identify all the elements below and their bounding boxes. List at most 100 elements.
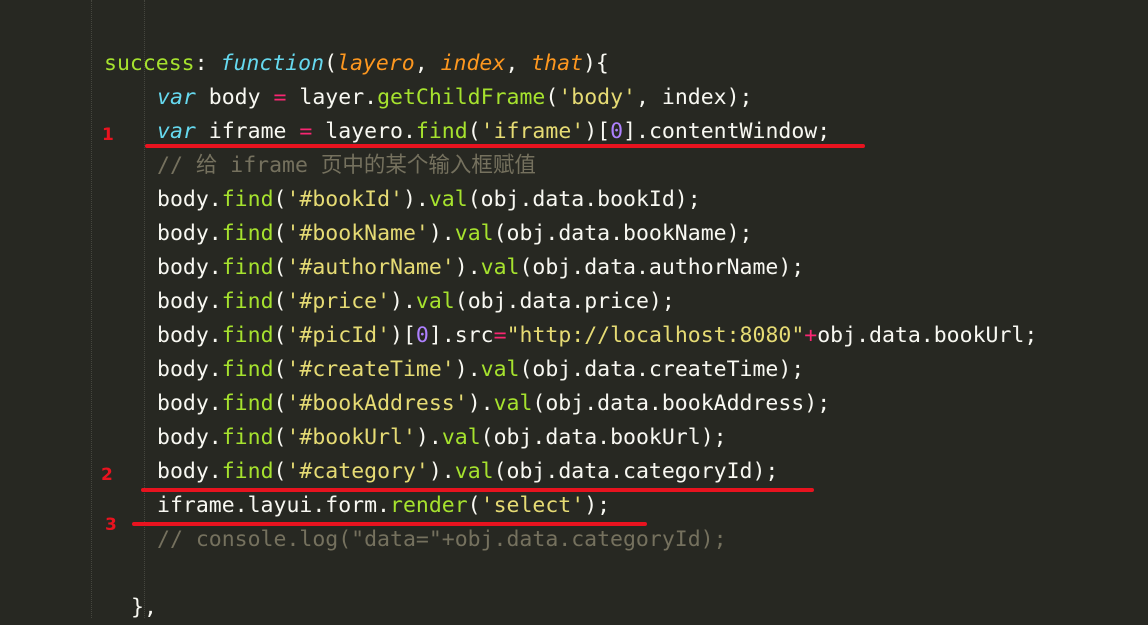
code-token: ){ (582, 51, 609, 76)
code-line[interactable]: // console.log("data="+obj.data.category… (157, 523, 727, 557)
code-token: find (221, 187, 274, 212)
code-token: iframe.layui.form. (157, 493, 390, 518)
code-token: body. (157, 221, 222, 246)
code-token: '#createTime' (286, 357, 455, 382)
code-token: 0 (415, 323, 429, 348)
code-token: layero (337, 51, 415, 76)
code-token: find (221, 459, 274, 484)
code-token: ( (273, 323, 287, 348)
code-line[interactable]: body.find('#picId')[0].src="http://local… (157, 319, 1037, 353)
code-token: ( (273, 221, 287, 246)
code-line[interactable]: // 给 iframe 页中的某个输入框赋值 (157, 149, 536, 183)
code-token: 'iframe' (480, 119, 585, 144)
code-token: ). (415, 425, 442, 450)
code-line[interactable]: success: function(layero, index, that){ (104, 47, 609, 81)
code-token: (obj.data.bookAddress); (532, 391, 831, 416)
code-token: var (157, 119, 196, 144)
code-token: ( (273, 289, 287, 314)
code-line[interactable]: body.find('#authorName').val(obj.data.au… (157, 251, 804, 285)
code-token: (obj.data.bookId); (467, 187, 701, 212)
code-token: find (221, 221, 274, 246)
annotation-number: 1 (102, 125, 114, 145)
code-token: body. (157, 323, 222, 348)
code-token: body. (157, 459, 222, 484)
code-token: ( (273, 357, 287, 382)
code-token: getChildFrame (377, 85, 546, 110)
code-token: val (480, 255, 520, 280)
code-token: // 给 iframe 页中的某个输入框赋值 (157, 153, 536, 178)
code-token: '#price' (286, 289, 391, 314)
code-token: = (273, 85, 287, 110)
code-token: ). (428, 221, 455, 246)
code-token: "http://localhost:8080" (506, 323, 805, 348)
code-token: ). (428, 459, 455, 484)
code-token: find (221, 425, 274, 450)
code-token: = (299, 119, 313, 144)
code-token: ( (324, 51, 338, 76)
code-token: // console.log("data="+obj.data.category… (157, 527, 727, 552)
red-underline-annotation (145, 144, 865, 148)
code-token: body. (157, 425, 222, 450)
code-token: = (493, 323, 507, 348)
code-line[interactable]: body.find('#createTime').val(obj.data.cr… (157, 353, 804, 387)
code-line[interactable]: var body = layer.getChildFrame('body', i… (157, 81, 752, 115)
code-token: find (221, 357, 274, 382)
code-token: ( (467, 493, 481, 518)
code-token: '#bookName' (286, 221, 429, 246)
code-token: ); (584, 493, 611, 518)
code-token: obj.data.bookUrl; (817, 323, 1038, 348)
code-token: '#category' (286, 459, 429, 484)
code-token: body. (157, 255, 222, 280)
code-token: ].src (428, 323, 494, 348)
code-token: 0 (610, 119, 624, 144)
code-token: ( (273, 255, 287, 280)
code-token: body. (157, 187, 222, 212)
code-token: '#picId' (286, 323, 391, 348)
code-line[interactable]: }, (131, 591, 157, 625)
code-line[interactable]: body.find('#bookUrl').val(obj.data.bookU… (157, 421, 727, 455)
code-token: ). (454, 255, 481, 280)
code-line[interactable]: body.find('#category').val(obj.data.cate… (157, 455, 778, 489)
code-token: val (428, 187, 468, 212)
code-token: body (195, 85, 274, 110)
code-line[interactable]: iframe.layui.form.render('select'); (157, 489, 610, 523)
code-token: (obj.data.createTime); (519, 357, 805, 382)
code-token: find (221, 255, 274, 280)
code-token: find (415, 119, 468, 144)
annotation-number: 2 (101, 465, 113, 485)
code-line[interactable]: body.find('#price').val(obj.data.price); (157, 285, 675, 319)
code-token: val (493, 391, 533, 416)
code-line[interactable]: body.find('#bookAddress').val(obj.data.b… (157, 387, 830, 421)
indent-guide (91, 0, 92, 618)
code-token: body. (157, 289, 222, 314)
code-token: ( (273, 187, 287, 212)
code-token: }, (131, 595, 157, 620)
code-token: (obj.data.authorName); (519, 255, 805, 280)
code-token: val (441, 425, 481, 450)
code-token: body. (157, 357, 222, 382)
code-token: var (157, 85, 196, 110)
code-token: val (454, 221, 494, 246)
code-token: , (505, 51, 532, 76)
code-token: render (390, 493, 468, 518)
code-token: 'select' (480, 493, 585, 518)
code-token: (obj.data.bookName); (493, 221, 753, 246)
code-token: body. (157, 391, 222, 416)
code-token: (obj.data.categoryId); (493, 459, 779, 484)
code-token: (obj.data.bookUrl); (480, 425, 727, 450)
code-token: : (194, 51, 221, 76)
code-token: layer. (286, 85, 378, 110)
code-token: ( (273, 391, 287, 416)
red-underline-annotation (132, 522, 647, 526)
code-token: '#bookUrl' (286, 425, 416, 450)
code-token: val (454, 459, 494, 484)
code-token: (obj.data.price); (454, 289, 675, 314)
code-token: , (414, 51, 441, 76)
code-token: ). (454, 357, 481, 382)
code-line[interactable]: body.find('#bookName').val(obj.data.book… (157, 217, 752, 251)
code-token: 'body' (558, 85, 636, 110)
code-token: val (480, 357, 520, 382)
code-line[interactable]: body.find('#bookId').val(obj.data.bookId… (157, 183, 701, 217)
code-token: '#bookAddress' (286, 391, 468, 416)
code-token: ( (273, 459, 287, 484)
